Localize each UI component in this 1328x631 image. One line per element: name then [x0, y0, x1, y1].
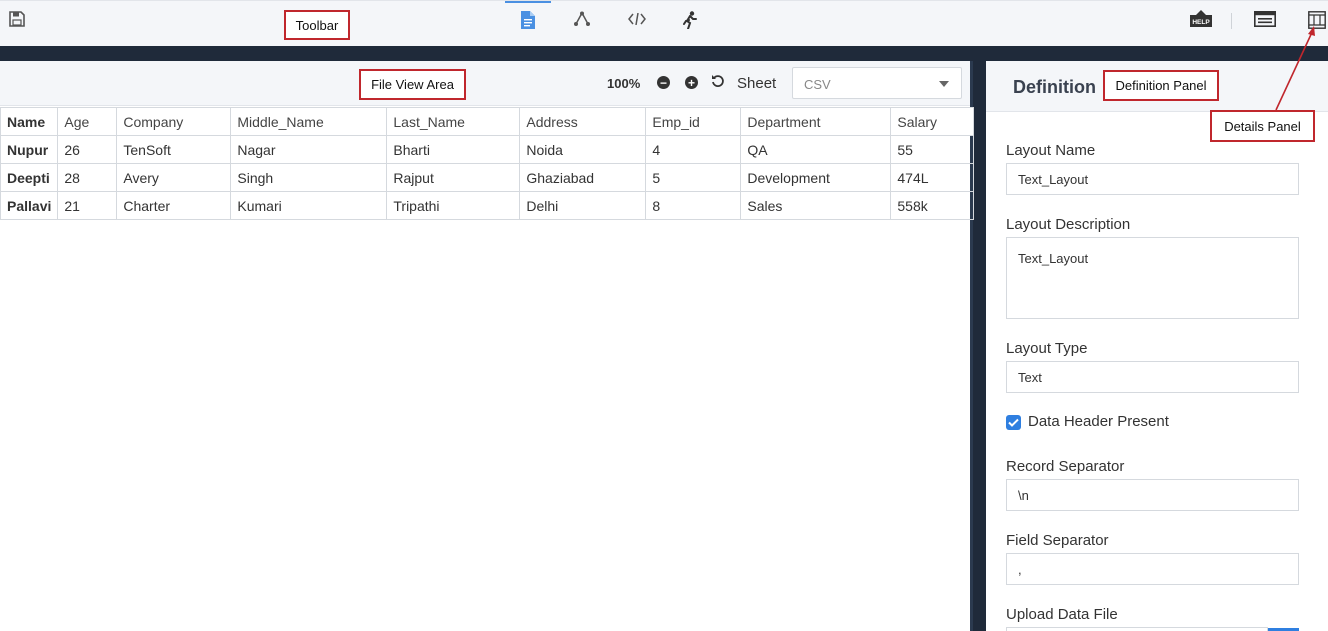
column-header[interactable]: Age	[57, 107, 118, 136]
layout-type-value: Text	[1018, 369, 1042, 385]
layout-name-label: Layout Name	[1006, 142, 1096, 159]
layout-type-input[interactable]: Text	[1006, 361, 1299, 393]
column-header[interactable]: Department	[740, 107, 892, 136]
checkmark-icon	[1008, 418, 1019, 427]
table-cell[interactable]: Development	[740, 163, 892, 192]
table-cell[interactable]: QA	[740, 135, 892, 164]
layout-name-value: Text_Layout	[1018, 171, 1089, 187]
table-cell[interactable]: Bharti	[386, 135, 521, 164]
details-panel-icon[interactable]	[1306, 10, 1328, 30]
record-separator-label: Record Separator	[1006, 458, 1125, 475]
sheet-select-value: CSV	[804, 77, 831, 92]
field-separator-label: Field Separator	[1006, 532, 1109, 549]
file-view-area-callout: File View Area	[359, 69, 466, 100]
table-cell[interactable]: Tripathi	[386, 191, 521, 220]
table-cell[interactable]: Avery	[116, 163, 232, 192]
zoom-in-button[interactable]: +	[685, 76, 698, 89]
table-header-row: Name Age Company Middle_Name Last_Name A…	[0, 107, 975, 136]
definition-panel: Definition Layout Name Text_Layout Layou…	[986, 61, 1328, 631]
table-cell[interactable]: 55	[890, 135, 975, 164]
table-row: Pallavi 21 Charter Kumari Tripathi Delhi…	[0, 191, 975, 220]
help-badge-text: HELP	[1192, 19, 1210, 26]
record-separator-input[interactable]: \n	[1006, 479, 1299, 511]
table-cell[interactable]: Pallavi	[0, 191, 59, 220]
toolbar-callout-text: Toolbar	[295, 17, 339, 33]
column-header[interactable]: Emp_id	[645, 107, 742, 136]
column-header[interactable]: Name	[0, 107, 59, 136]
details-panel-callout: Details Panel	[1210, 110, 1315, 142]
table-cell[interactable]: 21	[57, 191, 118, 220]
zoom-in-icon: +	[687, 75, 695, 90]
table-cell[interactable]: Charter	[116, 191, 232, 220]
definition-title: Definition	[1013, 77, 1096, 97]
table-row: Deepti 28 Avery Singh Rajput Ghaziabad 5…	[0, 163, 975, 192]
zoom-out-icon: −	[659, 75, 667, 90]
table-cell[interactable]: Kumari	[230, 191, 388, 220]
table-cell[interactable]: Deepti	[0, 163, 59, 192]
file-view-area-callout-text: File View Area	[371, 77, 454, 92]
field-separator-value: ,	[1018, 561, 1022, 577]
definition-panel-callout-text: Definition Panel	[1115, 78, 1207, 93]
save-icon[interactable]	[8, 10, 26, 28]
toolbar: HELP	[0, 0, 1328, 46]
table-cell[interactable]: 26	[57, 135, 118, 164]
table-cell[interactable]: Singh	[230, 163, 388, 192]
zoom-out-button[interactable]: −	[657, 76, 670, 89]
field-separator-input[interactable]: ,	[1006, 553, 1299, 585]
table-cell[interactable]: 558k	[890, 191, 975, 220]
table-cell[interactable]: 474L	[890, 163, 975, 192]
table-cell[interactable]: Ghaziabad	[519, 163, 647, 192]
table-cell[interactable]: 28	[57, 163, 118, 192]
file-data-table: Name Age Company Middle_Name Last_Name A…	[0, 107, 975, 220]
help-icon[interactable]: HELP	[1189, 9, 1213, 29]
layout-name-input[interactable]: Text_Layout	[1006, 163, 1299, 195]
layout-description-label: Layout Description	[1006, 216, 1131, 233]
layout-description-textarea[interactable]: Text_Layout	[1006, 237, 1299, 319]
upload-data-file-label: Upload Data File	[1006, 606, 1118, 623]
data-header-label: Data Header Present	[1028, 413, 1169, 430]
column-header[interactable]: Last_Name	[386, 107, 521, 136]
table-row: Nupur 26 TenSoft Nagar Bharti Noida 4 QA…	[0, 135, 975, 164]
toolbar-callout: Toolbar	[284, 10, 350, 40]
app-root: HELP 100% − + Sheet CSV Name Age Company…	[0, 0, 1328, 631]
record-separator-value: \n	[1018, 487, 1029, 503]
graph-nodes-icon[interactable]	[572, 10, 592, 28]
active-tab-indicator	[505, 1, 551, 3]
table-cell[interactable]: Noida	[519, 135, 647, 164]
layout-description-value: Text_Layout	[1018, 251, 1089, 266]
table-cell[interactable]: 4	[645, 135, 742, 164]
sheet-label: Sheet	[737, 75, 777, 92]
list-view-icon[interactable]	[1253, 10, 1277, 28]
window-frame-band	[0, 46, 1328, 61]
table-cell[interactable]: Rajput	[386, 163, 521, 192]
definition-panel-callout: Definition Panel	[1103, 70, 1219, 101]
zoom-level: 100%	[607, 76, 641, 91]
upload-file-input[interactable]	[1006, 627, 1268, 631]
file-view-header: 100% − + Sheet CSV	[0, 61, 970, 106]
column-header[interactable]: Salary	[890, 107, 975, 136]
column-header[interactable]: Address	[519, 107, 647, 136]
data-header-checkbox[interactable]	[1006, 415, 1021, 430]
column-header[interactable]: Company	[116, 107, 232, 136]
table-cell[interactable]: Nupur	[0, 135, 59, 164]
chevron-down-icon	[939, 81, 949, 87]
run-icon[interactable]	[680, 10, 700, 30]
layout-type-label: Layout Type	[1006, 340, 1088, 357]
table-cell[interactable]: 8	[645, 191, 742, 220]
reset-zoom-icon[interactable]	[711, 74, 725, 93]
table-cell[interactable]: Nagar	[230, 135, 388, 164]
table-cell[interactable]: 5	[645, 163, 742, 192]
details-panel-callout-text: Details Panel	[1224, 118, 1301, 134]
table-cell[interactable]: Sales	[740, 191, 892, 220]
toolbar-separator	[1231, 13, 1232, 29]
table-cell[interactable]: Delhi	[519, 191, 647, 220]
sheet-select[interactable]: CSV	[792, 67, 962, 99]
code-icon[interactable]	[626, 11, 648, 27]
column-header[interactable]: Middle_Name	[230, 107, 388, 136]
table-cell[interactable]: TenSoft	[116, 135, 232, 164]
file-document-icon[interactable]	[518, 10, 538, 30]
